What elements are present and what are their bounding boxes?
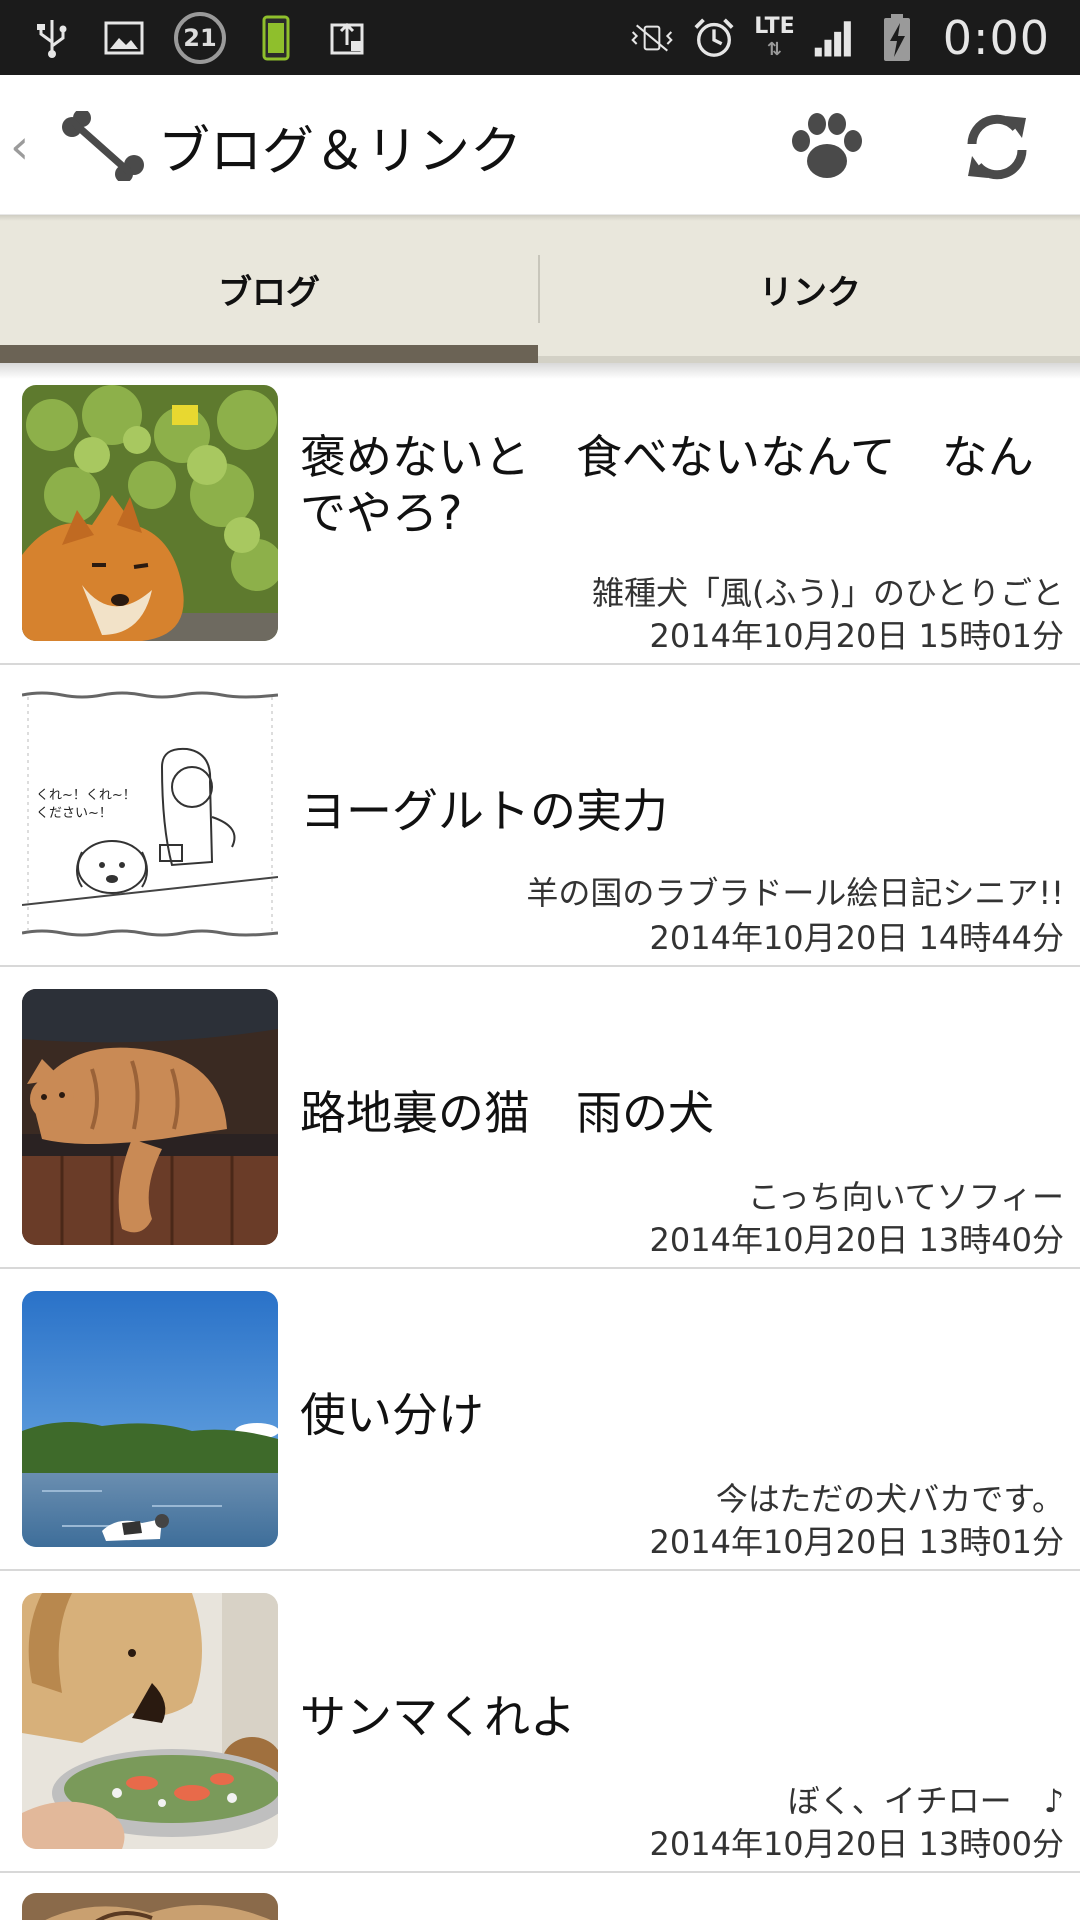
lte-icon: LTE ⇅ (754, 13, 795, 60)
list-item[interactable]: 使い分け 今はただの犬バカです。 2014年10月20日 13時01分 (0, 1269, 1080, 1571)
battery-icon (875, 14, 919, 61)
item-blog-name: 羊の国のラブラドール絵日記シニア!! (526, 874, 1064, 912)
vibrate-off-icon (630, 16, 674, 60)
paw-button[interactable] (782, 105, 872, 189)
blog-list: 褒めないと 食べないなんて なんでやろ? 雑種犬「風(ふう)」のひとりごと 20… (0, 363, 1080, 1920)
tab-bar: ブログ リンク (0, 215, 1080, 363)
tab-blog[interactable]: ブログ (0, 215, 538, 363)
thumbnail-dog-with-food (22, 1593, 278, 1849)
image-icon (102, 16, 146, 60)
signal-icon (813, 16, 857, 60)
list-item[interactable]: サンマくれよ ぼく、イチロー ♪ 2014年10月20日 13時00分 (0, 1571, 1080, 1873)
thumbnail-lake (22, 1291, 278, 1547)
alarm-icon (692, 16, 736, 60)
thumbnail-illustration: くれ~！くれ~！ ください~！ (22, 687, 278, 943)
item-date: 2014年10月20日 13時40分 (649, 1221, 1065, 1259)
status-bar: 21 LTE ⇅ 0:00 (0, 0, 1080, 75)
status-bar-notifications: 21 (30, 10, 370, 66)
tab-bar-bottom-shadow (0, 363, 1080, 379)
tab-link[interactable]: リンク (540, 215, 1080, 363)
item-title: 使い分け (300, 1388, 484, 1442)
paw-icon (792, 113, 862, 178)
item-blog-name: こっち向いてソフィー (747, 1178, 1064, 1216)
screen-rotation-icon (326, 16, 370, 60)
item-date: 2014年10月20日 13時00分 (649, 1825, 1065, 1863)
bone-icon[interactable] (60, 109, 146, 183)
thumbnail-cat (22, 989, 278, 1245)
refresh-button[interactable] (952, 105, 1042, 189)
item-title: サンマくれよ (300, 1690, 576, 1744)
notification-count-badge: 21 (174, 12, 226, 64)
thumbnail-partial (22, 1893, 278, 1920)
action-bar: ‹ ブログ＆リンク (0, 75, 1080, 215)
item-title: 褒めないと 食べないなんて なんでやろ? (300, 430, 1034, 540)
item-title: 路地裏の猫 雨の犬 (300, 1086, 714, 1140)
item-blog-name: ぼく、イチロー ♪ (787, 1782, 1064, 1820)
refresh-icon (967, 114, 1027, 180)
thumbnail-caption-line1: くれ~！くれ~！ (36, 788, 136, 803)
list-item-partial[interactable] (0, 1873, 1080, 1920)
thumbnail-dog-in-leaves (22, 385, 278, 641)
item-blog-name: 雑種犬「風(ふう)」のひとりごと (591, 574, 1064, 612)
item-date: 2014年10月20日 15時01分 (649, 617, 1065, 655)
usb-icon (30, 16, 74, 60)
up-caret-icon[interactable]: ‹ (10, 119, 29, 175)
list-item[interactable]: 褒めないと 食べないなんて なんでやろ? 雑種犬「風(ふう)」のひとりごと 20… (0, 363, 1080, 665)
item-date: 2014年10月20日 13時01分 (649, 1523, 1065, 1561)
tab-underline (538, 356, 1080, 363)
list-item[interactable]: くれ~！くれ~！ ください~！ ヨーグルトの実力 羊の国のラブラドール絵日記シニ… (0, 665, 1080, 967)
list-item[interactable]: 路地裏の猫 雨の犬 こっち向いてソフィー 2014年10月20日 13時40分 (0, 967, 1080, 1269)
thumbnail-caption-line2: ください~！ (36, 806, 112, 821)
tab-selected-indicator (0, 345, 538, 363)
item-blog-name: 今はただの犬バカです。 (715, 1480, 1064, 1518)
lte-label: LTE (754, 13, 795, 39)
status-bar-system: LTE ⇅ 0:00 (630, 8, 1050, 68)
item-date: 2014年10月20日 14時44分 (649, 919, 1065, 957)
item-title: ヨーグルトの実力 (300, 784, 668, 838)
battery-saver-icon (254, 15, 298, 61)
clock: 0:00 (942, 11, 1050, 65)
page-title: ブログ＆リンク (158, 122, 523, 182)
